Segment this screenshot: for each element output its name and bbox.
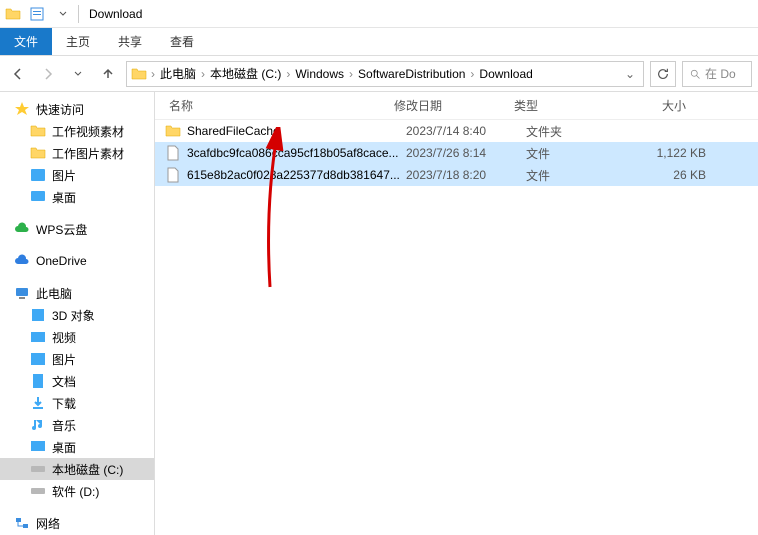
file-name: 3cafdbc9fca086cca95cf18b05af8cace... (187, 146, 406, 160)
breadcrumb[interactable]: › 此电脑 › 本地磁盘 (C:) › Windows › SoftwareDi… (126, 61, 644, 87)
search-icon (689, 68, 701, 80)
breadcrumb-segment[interactable]: Download (474, 67, 537, 81)
sidebar-item[interactable]: 图片 (0, 348, 154, 370)
file-type: 文件 (526, 167, 626, 184)
ribbon-tabs: 文件 主页 共享 查看 (0, 28, 758, 56)
column-type[interactable]: 类型 (510, 97, 610, 114)
search-input[interactable]: 在 Do (682, 61, 752, 87)
file-rows: SharedFileCache2023/7/14 8:40文件夹3cafdbc9… (155, 120, 758, 186)
recent-dropdown[interactable] (66, 62, 90, 86)
sidebar-item-wps[interactable]: WPS云盘 (0, 218, 154, 240)
drive-icon (30, 483, 46, 499)
back-button[interactable] (6, 62, 30, 86)
sidebar-item[interactable]: 图片 (0, 164, 154, 186)
cloud-icon (14, 221, 30, 237)
desktop-icon (30, 439, 46, 455)
sidebar-item[interactable]: 视频 (0, 326, 154, 348)
desktop-icon (30, 189, 46, 205)
chevron-down-icon[interactable]: ⌄ (621, 67, 639, 81)
sidebar-item[interactable]: 工作视频素材 (0, 120, 154, 142)
sidebar-item[interactable]: 工作图片素材 (0, 142, 154, 164)
cloud-icon (14, 253, 30, 269)
file-row[interactable]: 3cafdbc9fca086cca95cf18b05af8cace...2023… (155, 142, 758, 164)
file-type: 文件 (526, 145, 626, 162)
file-date: 2023/7/26 8:14 (406, 146, 526, 160)
sidebar-item[interactable]: 文档 (0, 370, 154, 392)
downloads-icon (30, 395, 46, 411)
file-row[interactable]: SharedFileCache2023/7/14 8:40文件夹 (155, 120, 758, 142)
breadcrumb-segment[interactable]: 本地磁盘 (C:) (205, 65, 286, 82)
pictures-icon (30, 351, 46, 367)
sidebar-item[interactable]: 3D 对象 (0, 304, 154, 326)
window-title: Download (89, 7, 142, 21)
sidebar-item-this-pc[interactable]: 此电脑 (0, 282, 154, 304)
column-name[interactable]: 名称 (165, 97, 390, 114)
pc-icon (14, 285, 30, 301)
music-icon (30, 417, 46, 433)
sidebar-item[interactable]: 桌面 (0, 436, 154, 458)
breadcrumb-segment[interactable]: Windows (290, 67, 349, 81)
documents-icon (30, 373, 46, 389)
folder-icon (30, 145, 46, 161)
navigation-pane[interactable]: 快速访问 工作视频素材 工作图片素材 图片 桌面 WPS云盘 OneDrive (0, 92, 155, 535)
file-name: 615e8b2ac0f028a225377d8db381647... (187, 168, 406, 182)
pictures-icon (30, 167, 46, 183)
titlebar: Download (0, 0, 758, 28)
sidebar-item-onedrive[interactable]: OneDrive (0, 250, 154, 272)
qat-properties-icon[interactable] (28, 3, 50, 25)
network-icon (14, 515, 30, 531)
objects3d-icon (30, 307, 46, 323)
file-icon (165, 145, 181, 161)
folder-icon (30, 123, 46, 139)
breadcrumb-segment[interactable]: SoftwareDistribution (353, 67, 470, 81)
folder-icon (165, 123, 181, 139)
sidebar-item-quick-access[interactable]: 快速访问 (0, 98, 154, 120)
titlebar-divider (78, 5, 79, 23)
tab-file[interactable]: 文件 (0, 28, 52, 55)
quick-access-toolbar (4, 3, 74, 25)
file-list-pane: 名称 修改日期 类型 大小 SharedFileCache2023/7/14 8… (155, 92, 758, 535)
column-headers[interactable]: 名称 修改日期 类型 大小 (155, 92, 758, 120)
file-icon (165, 167, 181, 183)
up-button[interactable] (96, 62, 120, 86)
column-size[interactable]: 大小 (610, 97, 690, 114)
file-name: SharedFileCache (187, 124, 406, 138)
video-icon (30, 329, 46, 345)
refresh-button[interactable] (650, 61, 676, 87)
folder-icon (4, 3, 26, 25)
tab-share[interactable]: 共享 (104, 28, 156, 55)
breadcrumb-segment[interactable]: 此电脑 (155, 65, 201, 82)
sidebar-item-network[interactable]: 网络 (0, 512, 154, 534)
column-date[interactable]: 修改日期 (390, 97, 510, 114)
sidebar-item-drive-c[interactable]: 本地磁盘 (C:) (0, 458, 154, 480)
file-row[interactable]: 615e8b2ac0f028a225377d8db381647...2023/7… (155, 164, 758, 186)
file-date: 2023/7/14 8:40 (406, 124, 526, 138)
forward-button[interactable] (36, 62, 60, 86)
qat-dropdown-icon[interactable] (52, 3, 74, 25)
file-type: 文件夹 (526, 123, 626, 140)
drive-icon (30, 461, 46, 477)
tab-home[interactable]: 主页 (52, 28, 104, 55)
file-date: 2023/7/18 8:20 (406, 168, 526, 182)
folder-icon (131, 66, 147, 82)
tab-view[interactable]: 查看 (156, 28, 208, 55)
star-icon (14, 101, 30, 117)
sidebar-item[interactable]: 音乐 (0, 414, 154, 436)
address-bar: › 此电脑 › 本地磁盘 (C:) › Windows › SoftwareDi… (0, 56, 758, 92)
file-size: 26 KB (626, 168, 706, 182)
sidebar-item[interactable]: 桌面 (0, 186, 154, 208)
sidebar-item[interactable]: 下载 (0, 392, 154, 414)
file-size: 1,122 KB (626, 146, 706, 160)
search-placeholder: 在 Do (705, 65, 736, 82)
sidebar-item-drive-d[interactable]: 软件 (D:) (0, 480, 154, 502)
